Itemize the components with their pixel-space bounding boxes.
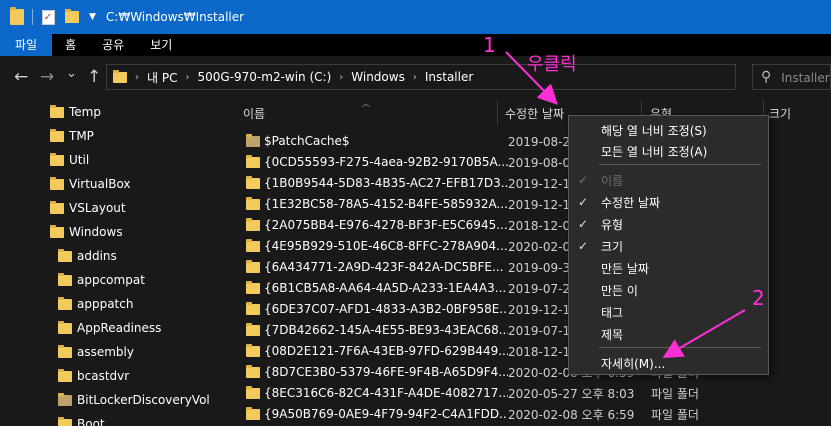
annotation-step2-number: 2	[752, 286, 765, 310]
annotation-arrows	[505, 51, 746, 359]
annotation-arrow-step2	[662, 309, 746, 359]
annotation-step1-number: 1	[483, 33, 496, 57]
annotation-step1-text: 우클릭	[527, 54, 577, 75]
